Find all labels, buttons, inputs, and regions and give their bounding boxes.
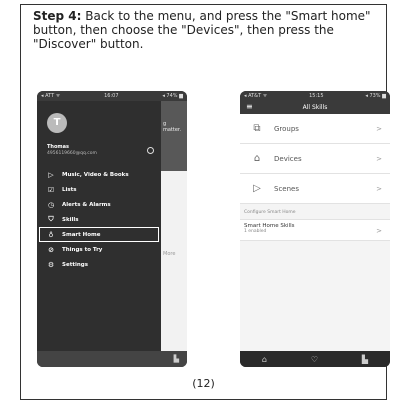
list-item-scenes[interactable]: ▷ Scenes >: [240, 174, 390, 204]
instruction-panel: Step 4: Back to the menu, and press the …: [20, 4, 390, 400]
menu-item-skills[interactable]: ⛉ Skills: [37, 212, 161, 227]
chevron-right-icon: >: [376, 154, 382, 163]
instruction-text: Step 4: Back to the menu, and press the …: [33, 9, 378, 51]
background-card: g matter.: [161, 101, 187, 171]
battery-status: ◂ 74% ▆: [162, 93, 183, 99]
background-text: g matter.: [163, 121, 182, 133]
status-time: 15:15: [309, 93, 324, 99]
compass-icon: ⊘: [48, 245, 54, 254]
menu-item-label: Smart Home: [62, 231, 101, 238]
phone-screenshot-smart-home: ◂ AT&T ᯤ 15:15 ◂ 73% ▆ ≡ All Skills ⧉ Gr…: [240, 91, 390, 367]
activity-tab-icon[interactable]: ▙: [362, 355, 368, 364]
activity-icon[interactable]: ▙: [174, 355, 179, 363]
user-name: Thomas: [47, 144, 69, 150]
gear-icon: ⚙: [47, 260, 55, 269]
page-title: All Skills: [302, 104, 328, 111]
chevron-right-icon: >: [376, 227, 382, 235]
play-icon: ▷: [48, 170, 54, 179]
list-item-label: Devices: [274, 154, 302, 163]
bottom-bar: ▙: [37, 351, 187, 367]
menu-item-settings[interactable]: ⚙ Settings: [37, 257, 161, 272]
background-screen: g matter. More: [161, 101, 187, 351]
status-time: 16:07: [104, 93, 119, 99]
more-link[interactable]: More: [163, 251, 175, 257]
page-number: (12): [192, 377, 215, 390]
carrier-signal: ◂ ATT ᯤ: [41, 93, 61, 99]
status-bar: ◂ AT&T ᯤ 15:15 ◂ 73% ▆: [240, 91, 390, 101]
menu-item-lists[interactable]: ☑ Lists: [37, 182, 161, 197]
groups-icon: ⧉: [253, 123, 261, 134]
home-wifi-icon: ⌂: [253, 153, 261, 164]
list-item-devices[interactable]: ⌂ Devices >: [240, 144, 390, 174]
menu-item-label: Settings: [62, 261, 88, 268]
avatar[interactable]: T: [47, 113, 67, 133]
tab-bar: ⌂ ♡ ▙: [240, 351, 390, 367]
menu-item-label: Things to Try: [62, 246, 103, 253]
smart-home-skills-count: 1 enabled: [244, 229, 267, 234]
lightbulb-icon: ♁: [48, 230, 54, 239]
status-bar: ◂ ATT ᯤ 16:07 ◂ 74% ▆: [37, 91, 187, 101]
smart-home-list: ⧉ Groups > ⌂ Devices > ▷ Scenes > Config…: [240, 114, 390, 351]
menu-item-music[interactable]: ▷ Music, Video & Books: [37, 167, 161, 182]
step-label: Step 4:: [33, 9, 82, 23]
chevron-right-icon: >: [376, 184, 382, 193]
list-item-groups[interactable]: ⧉ Groups >: [240, 114, 390, 144]
menu-item-label: Music, Video & Books: [62, 171, 129, 178]
list-item-smart-home-skills[interactable]: Smart Home Skills 1 enabled >: [240, 219, 390, 241]
drawer-menu: ▷ Music, Video & Books ☑ Lists ◷ Alerts & A…: [37, 167, 161, 272]
home-tab-icon[interactable]: ⌂: [262, 355, 267, 364]
chevron-right-icon: >: [376, 124, 382, 133]
section-heading: Configure Smart Home: [244, 210, 296, 215]
menu-item-label: Alerts & Alarms: [62, 201, 111, 208]
communicate-tab-icon[interactable]: ♡: [311, 355, 318, 364]
settings-gear-icon[interactable]: [147, 147, 154, 154]
clock-icon: ◷: [47, 200, 55, 209]
carrier-signal: ◂ AT&T ᯤ: [244, 93, 268, 99]
skills-icon: ⛉: [48, 215, 54, 223]
step-description: Back to the menu, and press the "Smart h…: [33, 9, 371, 51]
app-bar: ≡ All Skills: [240, 101, 390, 114]
scenes-icon: ▷: [253, 183, 261, 194]
menu-item-label: Skills: [62, 216, 79, 223]
menu-item-alerts[interactable]: ◷ Alerts & Alarms: [37, 197, 161, 212]
list-item-label: Scenes: [274, 184, 299, 193]
list-item-label: Groups: [274, 124, 299, 133]
menu-item-things-to-try[interactable]: ⊘ Things to Try: [37, 242, 161, 257]
checkbox-icon: ☑: [47, 185, 55, 194]
battery-status: ◂ 73% ▆: [365, 93, 386, 99]
navigation-drawer: T Thomas 4956119660@qq.com ▷ Music, Video…: [37, 101, 161, 351]
phone-screenshot-menu: ◂ ATT ᯤ 16:07 ◂ 74% ▆ g matter. More T T…: [37, 91, 187, 367]
menu-item-label: Lists: [62, 186, 77, 193]
menu-item-smart-home[interactable]: ♁ Smart Home: [39, 227, 159, 242]
user-email: 4956119660@qq.com: [47, 151, 97, 156]
